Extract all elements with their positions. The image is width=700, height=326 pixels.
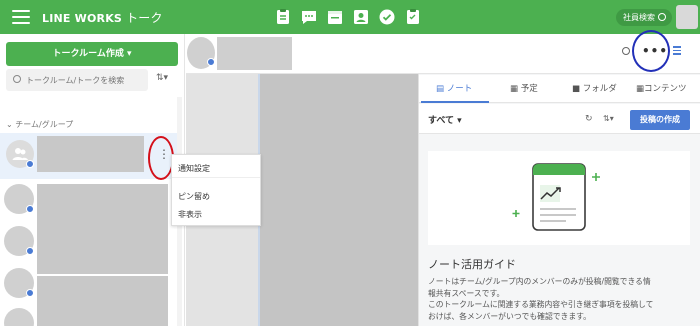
section-label: トーク	[126, 11, 163, 25]
room-name-redacted	[37, 184, 168, 274]
employee-search-label: 社員検索	[623, 13, 655, 22]
list-icon[interactable]	[673, 46, 681, 57]
chevron-down-icon: ⌄	[6, 120, 16, 129]
guide-line: おけば、各メンバーがいつでも確認できます。	[428, 311, 591, 321]
context-menu: 通知設定 ピン留め 非表示	[171, 154, 261, 226]
menu-divider	[172, 177, 260, 178]
menu-item-pin[interactable]: ピン留め	[178, 191, 210, 202]
grid-icon: ▦	[636, 84, 645, 94]
employee-search[interactable]: 社員検索	[616, 9, 672, 26]
guide-title: ノート活用ガイド	[428, 258, 516, 271]
create-room-label: トークルーム作成	[52, 49, 124, 59]
tab-contents[interactable]: ▦コンテンツ	[636, 75, 687, 103]
chat-messages-redacted	[260, 74, 418, 326]
tab-folder[interactable]: ■ フォルダ	[572, 75, 617, 103]
badge-icon	[26, 289, 34, 297]
guide-line: 報共有スペースです。	[428, 288, 505, 298]
menu-icon[interactable]	[12, 10, 30, 24]
room-search[interactable]	[6, 69, 148, 91]
create-room-button[interactable]: トークルーム作成 ▾	[6, 42, 178, 66]
menu-item-hide[interactable]: 非表示	[178, 209, 202, 220]
guide-description: ノートはチーム/グループ内のメンバーのみが投稿/閲覧できる情 報共有スペースです…	[428, 276, 690, 322]
folder-icon: ■	[572, 84, 583, 94]
talk-icon[interactable]	[300, 8, 318, 26]
app-title: LINE WORKS トーク	[42, 9, 163, 26]
top-nav	[274, 8, 422, 26]
guide-line: このトークルームに関連する業務内容や引き継ぎ事項を投稿して	[428, 300, 654, 309]
guide-line: ノートはチーム/グループ内のメンバーのみが投稿/閲覧できる情	[428, 277, 651, 286]
sort-icon[interactable]: ⇅▾	[156, 73, 168, 83]
refresh-icon[interactable]: ↻	[585, 114, 593, 124]
room-name-redacted	[37, 276, 168, 326]
badge-icon	[26, 160, 34, 168]
sort-icon[interactable]: ⇅▾	[603, 114, 614, 123]
note-icon: ▤	[436, 84, 447, 94]
note-icon[interactable]	[274, 8, 292, 26]
note-illustration-icon	[512, 163, 600, 231]
tab-note-label: ノート	[446, 84, 473, 94]
search-icon	[658, 13, 666, 21]
form-icon[interactable]	[404, 8, 422, 26]
profile-avatar[interactable]	[676, 5, 698, 29]
guide-illustration	[428, 151, 690, 245]
room-search-input[interactable]	[26, 72, 144, 88]
group-header-label: チーム/グループ	[15, 120, 74, 129]
calendar-icon: ▦	[510, 84, 521, 94]
filter-select-label: すべて	[428, 116, 455, 126]
menu-item-notification[interactable]: 通知設定	[178, 163, 210, 174]
contacts-icon[interactable]	[352, 8, 370, 26]
active-tab-indicator	[421, 101, 489, 103]
group-header[interactable]: ⌄ チーム/グループ	[6, 119, 73, 130]
check-icon[interactable]	[378, 8, 396, 26]
tab-contents-label: コンテンツ	[644, 84, 687, 94]
room-name-redacted	[37, 136, 144, 172]
tab-schedule[interactable]: ▦ 予定	[510, 75, 538, 103]
highlight-circle-blue	[632, 30, 670, 72]
chat-title-redacted	[217, 37, 292, 70]
badge-icon	[26, 205, 34, 213]
badge-icon	[26, 247, 34, 255]
tab-note[interactable]: ▤ ノート	[436, 75, 472, 103]
tab-schedule-label: 予定	[520, 84, 538, 94]
filter-select[interactable]: すべて ▾	[428, 113, 462, 126]
brand-label: LINE WORKS	[42, 12, 123, 25]
calendar-icon[interactable]	[326, 8, 344, 26]
search-icon	[13, 75, 21, 83]
search-icon[interactable]	[622, 47, 630, 55]
badge-icon	[207, 58, 215, 66]
tab-folder-label: フォルダ	[582, 84, 617, 94]
create-post-button[interactable]: 投稿の作成	[630, 110, 690, 130]
